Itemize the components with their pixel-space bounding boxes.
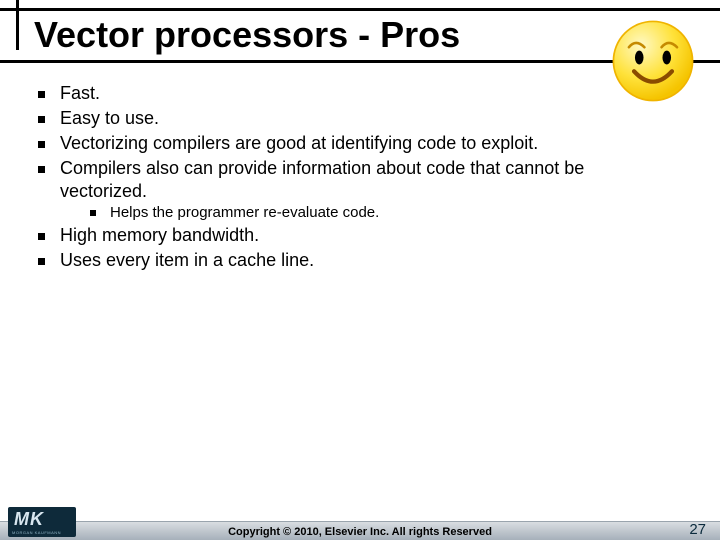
bullet-item: Uses every item in a cache line. (32, 249, 672, 272)
bullet-text: Uses every item in a cache line. (60, 250, 314, 270)
rule-vertical (16, 0, 19, 50)
bullet-list: Fast. Easy to use. Vectorizing compilers… (32, 82, 672, 272)
bullet-text: Vectorizing compilers are good at identi… (60, 133, 538, 153)
page-number: 27 (689, 521, 706, 538)
bullet-item: Easy to use. (32, 107, 672, 130)
bullet-item: Compilers also can provide information a… (32, 157, 672, 222)
rule-top (0, 8, 720, 11)
bullet-text: Easy to use. (60, 108, 159, 128)
bullet-text: High memory bandwidth. (60, 225, 259, 245)
sub-bullet-text: Helps the programmer re-evaluate code. (110, 204, 379, 221)
bullet-item: Fast. (32, 82, 672, 105)
bullet-item: Vectorizing compilers are good at identi… (32, 132, 672, 155)
slide-body: Fast. Easy to use. Vectorizing compilers… (32, 80, 672, 274)
bullet-item: High memory bandwidth. (32, 224, 672, 247)
bullet-text: Fast. (60, 83, 100, 103)
slide: Vector processors - Pros Fast. Easy to u… (0, 0, 720, 540)
bullet-text: Compilers also can provide information a… (60, 158, 584, 201)
slide-title: Vector processors - Pros (34, 14, 460, 56)
footer: MK MORGAN KAUFMANN Copyright © 2010, Els… (0, 510, 720, 540)
copyright-text: Copyright © 2010, Elsevier Inc. All righ… (0, 526, 720, 538)
sub-bullet-list: Helps the programmer re-evaluate code. (60, 203, 672, 222)
sub-bullet-item: Helps the programmer re-evaluate code. (60, 203, 672, 222)
